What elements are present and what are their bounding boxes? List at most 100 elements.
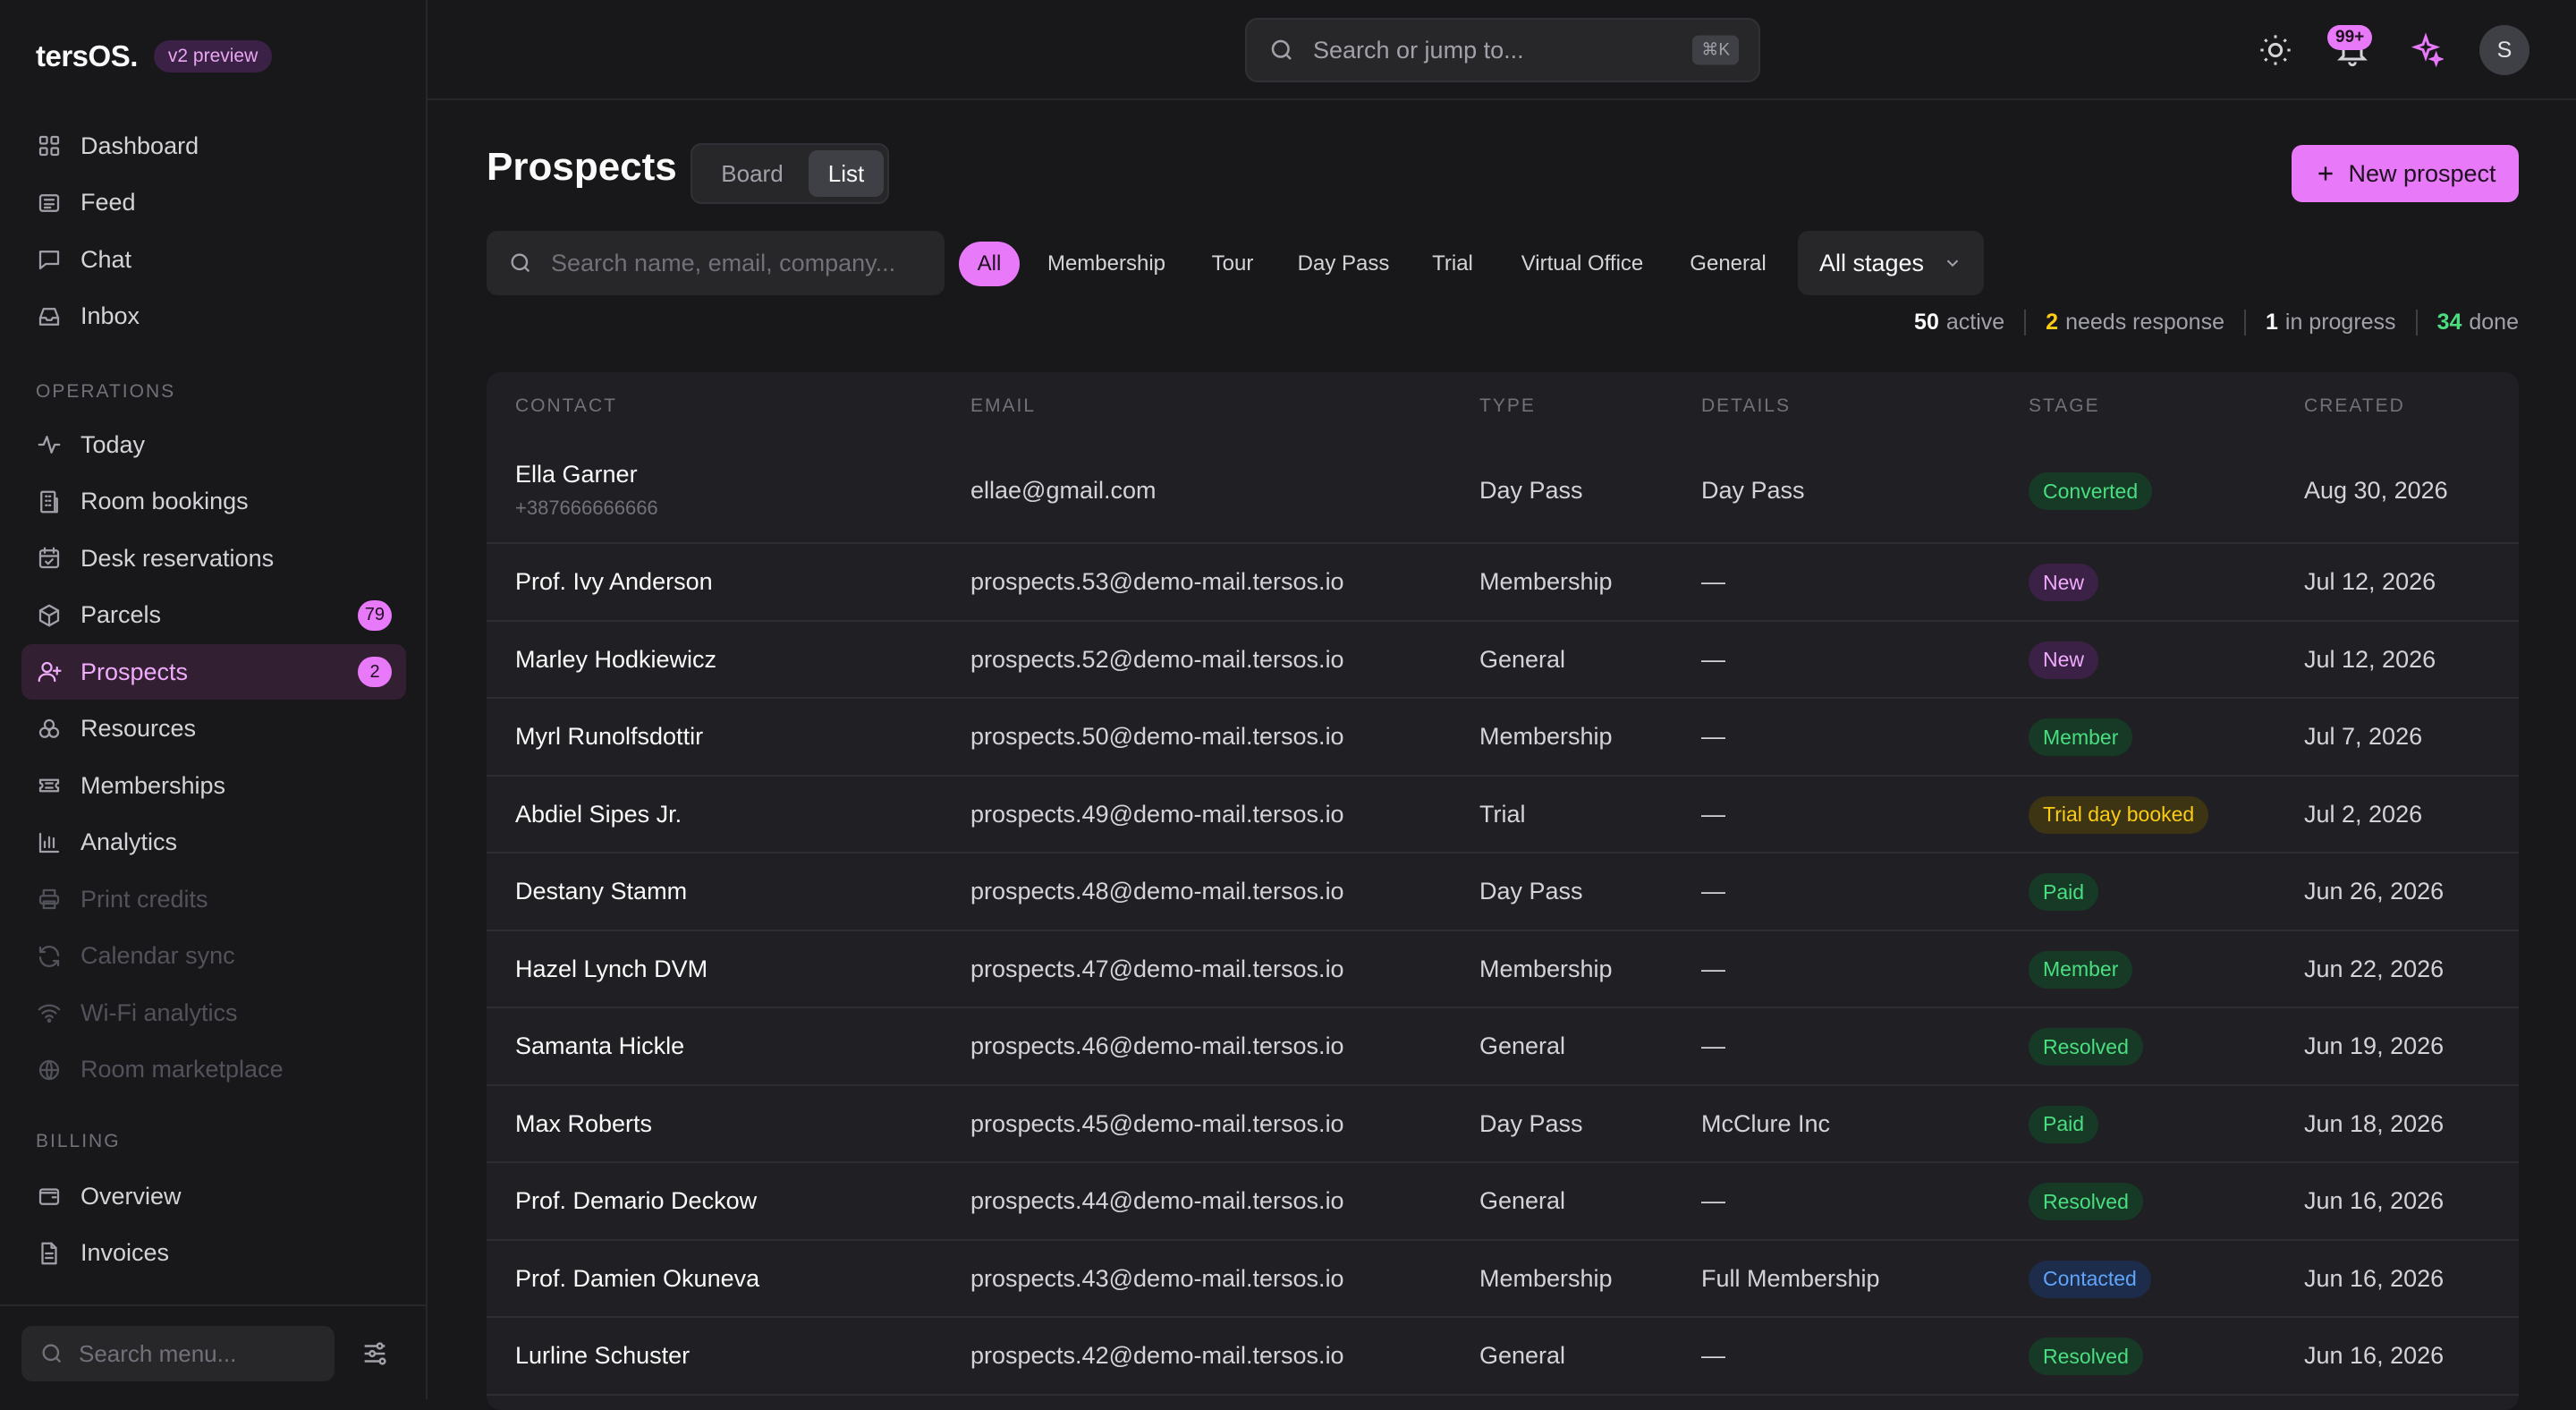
column-header-email[interactable]: EMAIL bbox=[970, 395, 1036, 417]
prospect-type: Day Pass bbox=[1479, 477, 1583, 504]
chat-icon bbox=[36, 246, 63, 273]
sidebar-item-label: Feed bbox=[80, 189, 136, 216]
status-badge: Paid bbox=[2029, 1105, 2099, 1143]
bar-chart-icon bbox=[36, 829, 63, 856]
new-prospect-button[interactable]: New prospect bbox=[2292, 145, 2519, 202]
sidebar-item-resources[interactable]: Resources bbox=[21, 701, 406, 757]
status-summary: 50 active 2 needs response 1 in progress 34 don… bbox=[1914, 310, 2519, 336]
ticket-icon bbox=[36, 772, 63, 799]
table-row[interactable]: Lurline Schuster prospects.42@demo-mail.t… bbox=[487, 1318, 2519, 1396]
contact-email: prospects.47@demo-mail.tersos.io bbox=[970, 955, 1344, 982]
contact-email: prospects.45@demo-mail.tersos.io bbox=[970, 1109, 1344, 1137]
filter-chip-trial[interactable]: Trial bbox=[1415, 242, 1490, 286]
prospect-search-input[interactable]: Search name, email, company... bbox=[487, 231, 945, 295]
prospect-type: Membership bbox=[1479, 568, 1613, 596]
avatar[interactable]: S bbox=[2479, 25, 2529, 75]
table-row[interactable]: Prof. Damien Okuneva prospects.43@demo-ma… bbox=[487, 1241, 2519, 1318]
sidebar-item-wi-fi-analytics[interactable]: Wi-Fi analytics bbox=[21, 985, 406, 1041]
table-row[interactable]: Prof. Demario Deckow prospects.44@demo-ma… bbox=[487, 1163, 2519, 1241]
view-board-tab[interactable]: Board bbox=[699, 150, 805, 197]
contact-email: prospects.43@demo-mail.tersos.io bbox=[970, 1264, 1344, 1292]
sidebar-item-inbox[interactable]: Inbox bbox=[21, 289, 406, 344]
filter-chip-tour[interactable]: Tour bbox=[1193, 242, 1272, 286]
contact-name[interactable]: Destany Stamm bbox=[515, 878, 687, 905]
status-badge: New bbox=[2029, 641, 2099, 679]
column-header-type[interactable]: TYPE bbox=[1479, 395, 1536, 417]
global-search-input[interactable]: Search or jump to... ⌘K bbox=[1245, 18, 1760, 82]
menu-search-input[interactable]: Search menu... bbox=[21, 1326, 335, 1381]
sidebar-item-dashboard[interactable]: Dashboard bbox=[21, 118, 406, 174]
filter-chip-membership[interactable]: Membership bbox=[1029, 242, 1184, 286]
grid-icon bbox=[36, 132, 63, 159]
contact-email: prospects.52@demo-mail.tersos.io bbox=[970, 645, 1344, 673]
contact-name[interactable]: Prof. Ivy Anderson bbox=[515, 568, 713, 596]
table-row[interactable]: Max Roberts prospects.45@demo-mail.tersos… bbox=[487, 1086, 2519, 1163]
sidebar-item-overview[interactable]: Overview bbox=[21, 1168, 406, 1224]
brand-logo[interactable]: tersOS. bbox=[36, 39, 138, 73]
sidebar-item-calendar-sync[interactable]: Calendar sync bbox=[21, 929, 406, 984]
sidebar-item-label: Invoices bbox=[80, 1239, 170, 1266]
table-row[interactable]: Prof. Ivy Anderson prospects.53@demo-mail… bbox=[487, 544, 2519, 622]
contact-name[interactable]: Myrl Runolfsdottir bbox=[515, 723, 703, 751]
prospect-details: — bbox=[1701, 568, 1725, 596]
contact-name[interactable]: Abdiel Sipes Jr. bbox=[515, 801, 682, 828]
status-badge: Paid bbox=[2029, 873, 2099, 912]
contact-name[interactable]: Lurline Schuster bbox=[515, 1342, 690, 1370]
sidebar-item-room-marketplace[interactable]: Room marketplace bbox=[21, 1042, 406, 1098]
table-row[interactable]: Myrl Runolfsdottir prospects.50@demo-mail… bbox=[487, 699, 2519, 777]
sidebar-item-label: Today bbox=[80, 430, 146, 458]
table-row[interactable]: Ella Garner +387666666666 ellae@gmail.com D… bbox=[487, 438, 2519, 544]
contact-name[interactable]: Max Roberts bbox=[515, 1110, 652, 1138]
sparkles-icon[interactable] bbox=[2408, 32, 2444, 68]
column-header-details[interactable]: DETAILS bbox=[1701, 395, 1791, 417]
view-list-tab[interactable]: List bbox=[809, 150, 884, 197]
table-row[interactable]: Marley Hodkiewicz prospects.52@demo-mail.… bbox=[487, 622, 2519, 699]
contact-name[interactable]: Ella Garner bbox=[515, 461, 638, 488]
stat-label: in progress bbox=[2284, 310, 2396, 335]
sidebar-item-desk-reservations[interactable]: Desk reservations bbox=[21, 531, 406, 586]
sidebar-item-invoices[interactable]: Invoices bbox=[21, 1226, 406, 1281]
column-header-created[interactable]: CREATED bbox=[2304, 395, 2405, 417]
sun-icon[interactable] bbox=[2258, 32, 2293, 68]
table-row[interactable]: Destany Stamm prospects.48@demo-mail.ters… bbox=[487, 854, 2519, 931]
table-row[interactable]: Samanta Hickle prospects.46@demo-mail.ter… bbox=[487, 1008, 2519, 1086]
filter-chip-day-pass[interactable]: Day Pass bbox=[1281, 242, 1406, 286]
column-header-stage[interactable]: STAGE bbox=[2029, 395, 2100, 417]
sidebar-item-analytics[interactable]: Analytics bbox=[21, 815, 406, 871]
stat-value: 50 bbox=[1914, 310, 1939, 335]
contact-name[interactable]: Hazel Lynch DVM bbox=[515, 956, 708, 983]
wallet-icon bbox=[36, 1183, 63, 1210]
table-row[interactable]: Hazel Lynch DVM prospects.47@demo-mail.te… bbox=[487, 931, 2519, 1008]
contact-name[interactable]: Marley Hodkiewicz bbox=[515, 646, 716, 674]
status-badge: New bbox=[2029, 564, 2099, 602]
stage-select[interactable]: All stages bbox=[1798, 231, 1984, 295]
prospect-details: Day Pass bbox=[1701, 477, 1805, 504]
sidebar-item-chat[interactable]: Chat bbox=[21, 232, 406, 287]
sidebar-item-feed[interactable]: Feed bbox=[21, 175, 406, 231]
sidebar-item-room-bookings[interactable]: Room bookings bbox=[21, 474, 406, 530]
stat-value: 34 bbox=[2436, 310, 2462, 335]
created-date: Jun 26, 2026 bbox=[2304, 878, 2445, 905]
sidebar-item-parcels[interactable]: Parcels 79 bbox=[21, 588, 406, 643]
created-date: Jun 22, 2026 bbox=[2304, 955, 2445, 982]
filter-chip-virtual-office[interactable]: Virtual Office bbox=[1499, 242, 1665, 286]
sidebar-item-print-credits[interactable]: Print credits bbox=[21, 871, 406, 927]
table-row[interactable]: Abdiel Sipes Jr. prospects.49@demo-mail.t… bbox=[487, 777, 2519, 854]
filter-chip-all[interactable]: All bbox=[959, 242, 1020, 286]
contact-name[interactable]: Samanta Hickle bbox=[515, 1032, 684, 1060]
sidebar-item-memberships[interactable]: Memberships bbox=[21, 758, 406, 813]
contact-name[interactable]: Prof. Demario Deckow bbox=[515, 1187, 757, 1215]
building-icon bbox=[36, 488, 63, 515]
created-date: Jul 12, 2026 bbox=[2304, 568, 2436, 596]
filter-chip-general[interactable]: General bbox=[1674, 242, 1782, 286]
sliders-icon[interactable] bbox=[360, 1338, 390, 1369]
column-header-contact[interactable]: CONTACT bbox=[515, 395, 617, 417]
contact-name[interactable]: Prof. Damien Okuneva bbox=[515, 1265, 759, 1293]
sidebar-item-today[interactable]: Today bbox=[21, 417, 406, 472]
status-badge: Member bbox=[2029, 718, 2133, 757]
contact-email: ellae@gmail.com bbox=[970, 477, 1157, 504]
section-label-operations: OPERATIONS bbox=[36, 381, 176, 402]
printer-icon bbox=[36, 886, 63, 913]
inbox-icon bbox=[36, 303, 63, 330]
sidebar-item-prospects[interactable]: Prospects 2 bbox=[21, 644, 406, 700]
